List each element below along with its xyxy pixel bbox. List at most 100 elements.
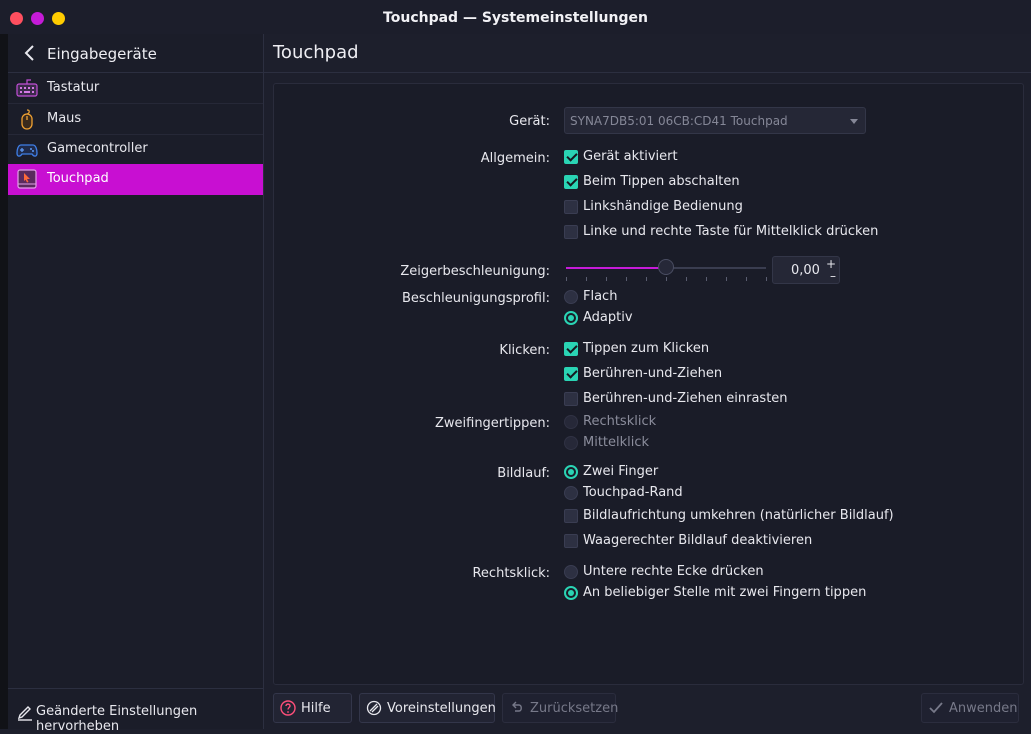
checkmark-icon xyxy=(929,702,943,714)
general-label: Allgemein: xyxy=(480,151,550,166)
option-label: Waagerechter Bildlauf deaktivieren xyxy=(583,533,813,548)
option-label: Bildlaufrichtung umkehren (natürlicher B… xyxy=(583,508,894,523)
radio-selected[interactable] xyxy=(564,311,578,325)
slider-tick xyxy=(726,277,727,281)
slider-tick xyxy=(666,277,667,281)
checkbox-unchecked[interactable] xyxy=(564,509,578,523)
mouse-icon xyxy=(21,109,33,130)
decrement-button[interactable]: – xyxy=(830,269,836,283)
option-label: Linke und rechte Taste für Mittelklick d… xyxy=(583,224,879,239)
touchpad-icon xyxy=(17,169,37,189)
spinbox-value: 0,00 xyxy=(791,263,820,278)
checkbox-unchecked[interactable] xyxy=(564,392,578,406)
apply-button[interactable]: Anwenden xyxy=(921,693,1019,723)
sidebar-back-button[interactable]: Eingabegeräte xyxy=(8,34,263,73)
background-window-edge xyxy=(0,34,8,729)
chevron-left-icon xyxy=(24,45,34,61)
option-label: Linkshändige Bedienung xyxy=(583,199,743,214)
radio-disabled xyxy=(564,415,578,429)
checkbox-checked[interactable] xyxy=(564,175,578,189)
reset-button-label: Zurücksetzen xyxy=(530,701,619,716)
slider-tick xyxy=(706,277,707,281)
window-title: Touchpad — Systemeinstellungen xyxy=(383,10,648,26)
gamepad-icon xyxy=(16,144,38,157)
highlight-changed-settings-button[interactable]: Geänderte Einstellungen hervorheben xyxy=(8,688,263,734)
radio-unselected[interactable] xyxy=(564,565,578,579)
radio-unselected[interactable] xyxy=(564,290,578,304)
defaults-button-label: Voreinstellungen xyxy=(387,701,496,716)
sidebar-back-label: Eingabegeräte xyxy=(47,45,157,63)
pointer-acceleration-label: Zeigerbeschleunigung: xyxy=(400,264,550,279)
option-label: Beim Tippen abschalten xyxy=(583,174,740,189)
settings-panel: Gerät: SYNA7DB5:01 06CB:CD41 Touchpad Al… xyxy=(273,83,1024,685)
header-divider xyxy=(264,72,1031,73)
help-button-label: Hilfe xyxy=(301,701,331,716)
radio-disabled xyxy=(564,436,578,450)
slider-tick xyxy=(686,277,687,281)
slider-tick xyxy=(586,277,587,281)
option-label: Tippen zum Klicken xyxy=(583,341,710,356)
checkbox-unchecked[interactable] xyxy=(564,534,578,548)
keyboard-icon xyxy=(16,79,38,97)
option-label: Zwei Finger xyxy=(583,464,659,479)
acceleration-profile-label: Beschleunigungsprofil: xyxy=(402,291,550,306)
checkbox-unchecked[interactable] xyxy=(564,200,578,214)
option-label: Flach xyxy=(583,289,618,304)
checkbox-unchecked[interactable] xyxy=(564,225,578,239)
device-select[interactable]: SYNA7DB5:01 06CB:CD41 Touchpad xyxy=(564,107,866,134)
slider-fill xyxy=(566,267,666,269)
two-finger-tap-label: Zweifingertippen: xyxy=(434,416,550,431)
option-label: Untere rechte Ecke drücken xyxy=(583,564,764,579)
option-label: Touchpad-Rand xyxy=(583,485,683,500)
apply-button-label: Anwenden xyxy=(949,701,1018,716)
help-button[interactable]: Hilfe xyxy=(273,693,352,723)
slider-tick xyxy=(766,277,767,281)
defaults-button[interactable]: Voreinstellungen xyxy=(359,693,496,723)
right-click-label: Rechtsklick: xyxy=(472,566,550,581)
reset-button[interactable]: Zurücksetzen xyxy=(502,693,619,723)
radio-selected[interactable] xyxy=(564,586,578,600)
slider-tick xyxy=(566,277,567,281)
sidebar-item-label: Gamecontroller xyxy=(47,141,148,156)
sidebar-item-touchpad[interactable]: Touchpad xyxy=(8,164,263,195)
defaults-icon xyxy=(366,700,382,716)
chevron-down-icon xyxy=(850,119,858,124)
clicking-label: Klicken: xyxy=(499,343,550,358)
option-label: Berühren-und-Ziehen einrasten xyxy=(583,391,788,406)
device-label: Gerät: xyxy=(509,114,550,129)
option-label: Rechtsklick xyxy=(583,414,657,429)
scrolling-label: Bildlauf: xyxy=(497,466,550,481)
sidebar-item-label: Tastatur xyxy=(47,80,100,95)
sidebar: Eingabegeräte Tastatur Maus Gamecontroll… xyxy=(8,34,264,734)
undo-icon xyxy=(512,701,522,712)
checkbox-checked[interactable] xyxy=(564,150,578,164)
slider-tick xyxy=(746,277,747,281)
slider-tick xyxy=(646,277,647,281)
option-label: Gerät aktiviert xyxy=(583,149,678,164)
device-select-value: SYNA7DB5:01 06CB:CD41 Touchpad xyxy=(570,114,788,128)
main-content: Touchpad Gerät: SYNA7DB5:01 06CB:CD41 To… xyxy=(264,34,1031,729)
slider-tick xyxy=(626,277,627,281)
option-label: An beliebiger Stelle mit zwei Fingern ti… xyxy=(583,585,867,600)
page-title: Touchpad xyxy=(273,42,359,63)
sidebar-item-maus[interactable]: Maus xyxy=(8,104,263,135)
option-label: Mittelklick xyxy=(583,435,650,450)
pointer-acceleration-slider[interactable] xyxy=(566,256,767,281)
highlight-changed-settings-label: Geänderte Einstellungen hervorheben xyxy=(36,704,198,734)
checkbox-checked[interactable] xyxy=(564,367,578,381)
sidebar-item-label: Maus xyxy=(47,111,82,126)
slider-handle[interactable] xyxy=(658,259,674,275)
help-icon xyxy=(280,700,296,716)
title-bar: Touchpad — Systemeinstellungen xyxy=(0,0,1031,35)
pointer-acceleration-spinbox[interactable]: 0,00 + – xyxy=(772,256,840,284)
radio-selected[interactable] xyxy=(564,465,578,479)
sidebar-item-tastatur[interactable]: Tastatur xyxy=(8,73,263,104)
option-label: Adaptiv xyxy=(583,310,633,325)
slider-tick xyxy=(606,277,607,281)
option-label: Berühren-und-Ziehen xyxy=(583,366,723,381)
sidebar-item-gamecontroller[interactable]: Gamecontroller xyxy=(8,134,263,165)
sidebar-item-label: Touchpad xyxy=(47,171,109,186)
highlight-pen-icon xyxy=(17,706,32,721)
checkbox-checked[interactable] xyxy=(564,342,578,356)
radio-unselected[interactable] xyxy=(564,486,578,500)
